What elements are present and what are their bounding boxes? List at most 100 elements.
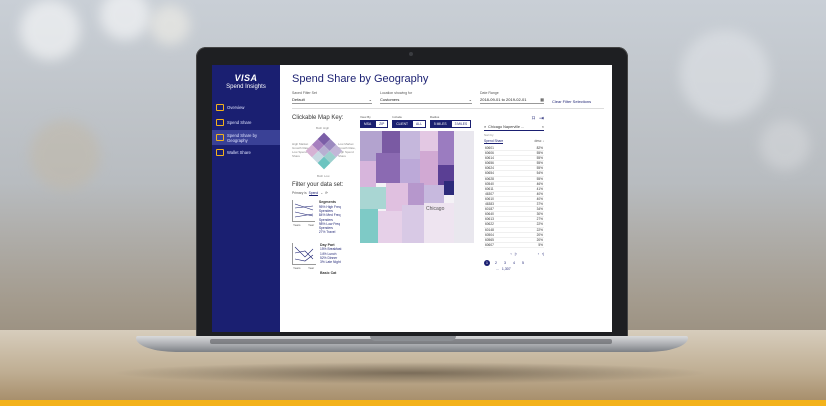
map-controls: View By MSA ZIP Include CLIENT ALL Radiu… [360, 115, 478, 128]
chart-axis-label: Year [308, 223, 315, 227]
page-button[interactable]: 5 [520, 260, 526, 266]
map-key-bottom-label: Both Low [317, 174, 330, 178]
chevron-down-icon: ⌄ [468, 97, 472, 102]
first-page-icon[interactable]: |‹ [515, 252, 517, 256]
chart-axis-label: Years [293, 223, 301, 227]
page-button[interactable]: 1 [484, 259, 490, 266]
sidebar-item-wallet-share[interactable]: Wallet Share [212, 145, 280, 160]
zip-cell: 60607 [484, 242, 518, 248]
results-panel: ⌑ ⇥ ⌕ Chicago Naperville ... × Sort by S… [484, 115, 544, 275]
next-filter-title: Basic Cat [320, 270, 337, 275]
sort-order: desc ↓ [534, 139, 544, 143]
laptop-screen: VISA Spend Insights Overview Spend Share… [212, 65, 612, 332]
primary-label: Primary is [292, 191, 307, 195]
segment-item[interactable]: 84% Med Freq Spenders [319, 213, 354, 222]
radius-5-button[interactable]: 5 MILES [429, 120, 451, 128]
table-row[interactable]: 60607 5% [484, 242, 544, 248]
sort-desc-icon: ↓ [542, 139, 544, 143]
primary-selector[interactable]: Primary is Spend ⌄ ⟳ [292, 191, 354, 196]
sidebar-item-spend-share[interactable]: Spend Share [212, 115, 280, 130]
filter-set-value: Default [292, 97, 305, 102]
map-key-top-label: Both High [316, 126, 330, 130]
daypart-item[interactable]: 15% Breakfast [320, 247, 341, 251]
geography-icon [216, 134, 224, 141]
daypart-mini-chart: Years Year [292, 242, 316, 270]
bookmark-icon[interactable]: ⌑ [532, 115, 535, 122]
radius-3-button[interactable]: 3 MILES [450, 120, 472, 128]
last-page-icon[interactable]: ›| [542, 252, 544, 256]
app-title: Spend Insights [226, 84, 266, 90]
background-light [100, 0, 150, 40]
sort-controls[interactable]: Spend Share desc ↓ [484, 139, 544, 144]
background-light [150, 5, 190, 45]
export-icon[interactable]: ⇥ [539, 115, 544, 122]
map-panel: View By MSA ZIP Include CLIENT ALL Radiu… [360, 115, 478, 275]
segment-item[interactable]: 95% High Freq Spenders [319, 205, 354, 214]
clear-filters-link[interactable]: Clear Filter Selections [552, 99, 591, 104]
main-content: Spend Share by Geography Saved Filter Se… [280, 65, 612, 332]
chevron-down-icon: ⌄ [320, 191, 323, 195]
refresh-icon[interactable]: ⟳ [325, 191, 328, 196]
location-showing-value: Customers [380, 97, 400, 102]
choropleth-map[interactable]: Chicago [360, 131, 474, 243]
date-range-field[interactable]: Date Range 2018-09-01 to 2019-02-01 ▦ [480, 91, 544, 104]
location-showing-label: Location showing for [380, 91, 413, 95]
search-value: Chicago Naperville ... [488, 125, 525, 129]
page-button[interactable]: 2 [493, 260, 499, 266]
left-panel: Clickable Map Key: Both High High Market… [292, 115, 356, 275]
share-cell: 5% [517, 242, 544, 248]
search-icon: ⌕ [484, 125, 487, 129]
page-range: ... 1,307 [484, 267, 544, 271]
view-zip-button[interactable]: ZIP [375, 120, 389, 128]
view-msa-button[interactable]: MSA [360, 120, 376, 128]
next-page-icon[interactable]: › [538, 252, 539, 256]
background-light [760, 120, 810, 170]
background-light [680, 30, 770, 120]
date-range-label: Date Range [480, 91, 499, 95]
primary-value: Spend [308, 191, 319, 196]
background-light [30, 120, 100, 190]
sidebar: VISA Spend Insights Overview Spend Share… [212, 65, 280, 332]
close-icon[interactable]: × [542, 125, 544, 129]
calendar-icon: ▦ [540, 97, 544, 102]
page-ellipsis: ... [496, 266, 499, 271]
view-by-label: View By [360, 115, 371, 119]
sort-label: Sort by [484, 133, 494, 137]
sidebar-item-label: Overview [227, 105, 245, 110]
page-button[interactable]: 4 [511, 260, 517, 266]
daypart-list: Day Part 15% Breakfast 14% Lunch 52% Din… [320, 243, 341, 265]
sidebar-item-overview[interactable]: Overview [212, 100, 280, 115]
filter-set-field[interactable]: Saved Filter Set Default ⌄ [292, 91, 372, 104]
last-page-number[interactable]: 1,307 [502, 267, 511, 271]
filter-set-label: Saved Filter Set [292, 91, 317, 95]
toolbar: ⌑ ⇥ [484, 115, 544, 122]
segments-title: Segments [318, 200, 337, 204]
chart-axis-label: Year [308, 265, 315, 270]
daypart-item[interactable]: 3% Late Night [320, 260, 341, 264]
page-button[interactable]: 3 [502, 260, 508, 266]
include-all-button[interactable]: ALL [412, 120, 426, 128]
filter-bar: Saved Filter Set Default ⌄ Location showi… [292, 91, 604, 109]
color-key-diamond[interactable] [305, 132, 343, 170]
prev-page-icon[interactable]: ‹ [511, 252, 512, 256]
radius-label: Radius [429, 115, 440, 119]
segment-item[interactable]: 98% Low Freq Spenders [319, 222, 354, 231]
map-city-label: Chicago [426, 206, 445, 212]
sidebar-item-spend-share-by-geography[interactable]: Spend Share by Geography [212, 130, 280, 145]
segments-filter: Years Year Segments 95% High Freq Spende… [292, 200, 354, 235]
page-title: Spend Share by Geography [292, 73, 429, 85]
search-input[interactable]: ⌕ Chicago Naperville ... × [484, 124, 544, 131]
lake-michigan [454, 131, 474, 243]
sidebar-item-label: Wallet Share [227, 150, 251, 155]
map-key-heading: Clickable Map Key: [292, 115, 344, 121]
laptop-shadow [110, 362, 710, 384]
spend-share-icon [216, 119, 224, 126]
overview-icon [216, 104, 224, 111]
include-client-button[interactable]: CLIENT [392, 120, 413, 128]
filter-data-heading: Filter your data set: [292, 182, 344, 188]
location-showing-field[interactable]: Location showing for Customers ⌄ [380, 91, 472, 104]
visa-logo: VISA [234, 73, 258, 83]
laptop-lid: VISA Spend Insights Overview Spend Share… [196, 47, 628, 341]
sort-value: Spend Share [484, 139, 504, 144]
segment-item[interactable]: 27% Travel [319, 230, 354, 234]
